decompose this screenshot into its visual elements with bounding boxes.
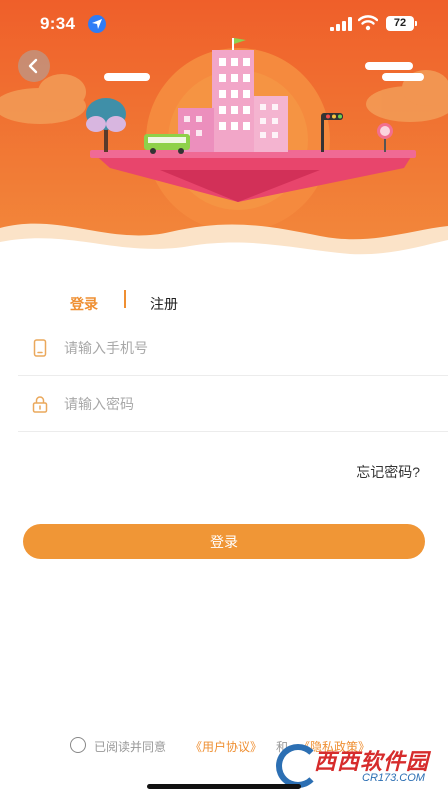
agreement-prefix: 已阅读并同意 [94, 740, 167, 754]
phone-input[interactable] [64, 334, 424, 362]
battery-icon: 72 [386, 16, 414, 31]
wifi-icon [357, 15, 379, 31]
status-bar: 9:34 72 [0, 0, 448, 48]
auth-tabs: 登录 注册 [0, 286, 448, 320]
agreement-checkbox[interactable] [70, 737, 86, 753]
user-agreement-link[interactable]: 《用户协议》 [190, 738, 262, 755]
signal-icon [330, 17, 352, 31]
phone-icon [33, 339, 47, 357]
watermark-url: CR173.COM [362, 772, 425, 784]
tab-login[interactable]: 登录 [70, 294, 98, 314]
status-time: 9:34 [40, 14, 76, 33]
lock-icon [32, 396, 48, 413]
phone-field [18, 320, 448, 376]
tab-divider [124, 290, 126, 308]
password-field [18, 376, 448, 432]
login-button[interactable]: 登录 [23, 524, 425, 559]
forgot-password-link[interactable]: 忘记密码? [356, 462, 420, 482]
battery-tip [415, 21, 417, 26]
watermark-logo: 西西软件园 CR173.COM [276, 740, 444, 790]
home-indicator [147, 784, 301, 789]
location-arrow-icon [88, 15, 106, 33]
tab-register[interactable]: 注册 [150, 294, 178, 314]
password-input[interactable] [64, 390, 424, 418]
back-button[interactable] [18, 50, 50, 82]
chevron-left-icon [28, 58, 38, 74]
